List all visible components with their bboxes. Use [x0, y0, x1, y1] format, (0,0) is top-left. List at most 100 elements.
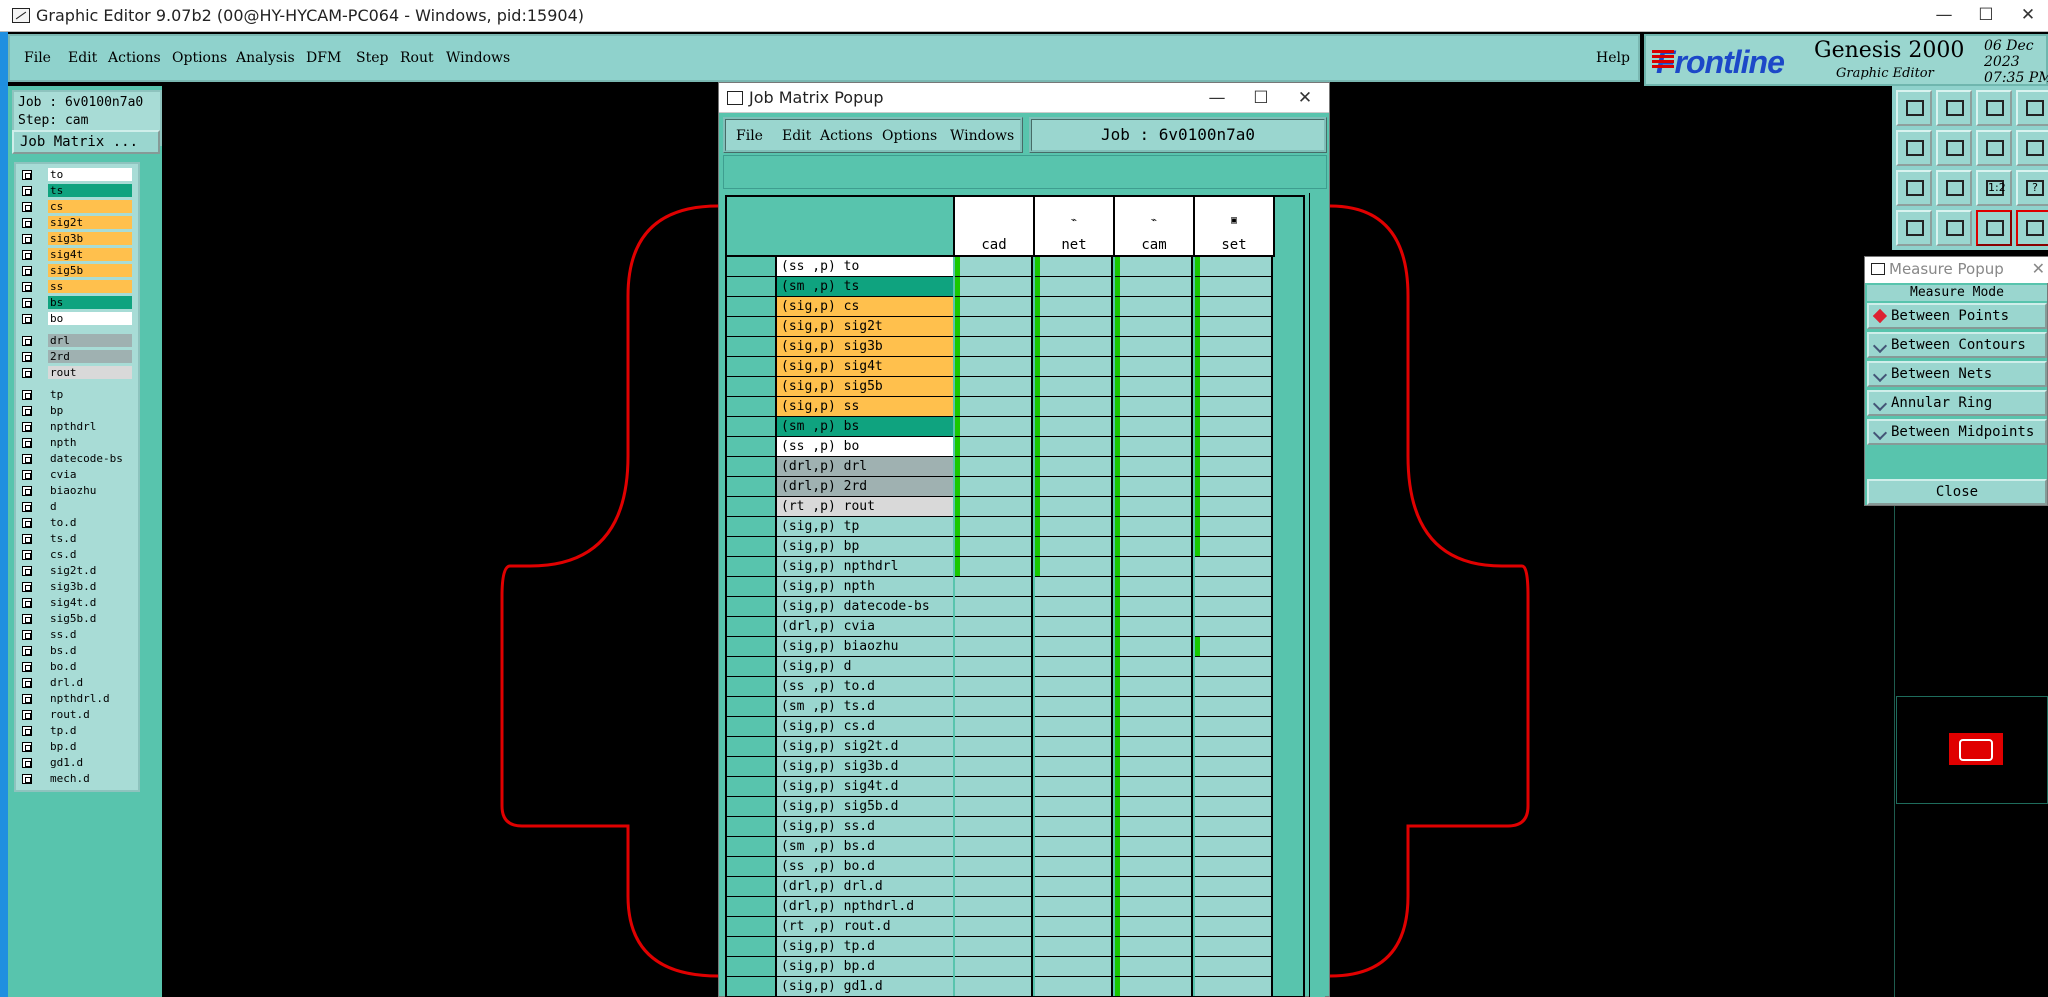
- matrix-cell[interactable]: [1035, 877, 1113, 897]
- matrix-cell[interactable]: [1035, 957, 1113, 977]
- maximize-button[interactable]: ☐: [1966, 4, 2006, 26]
- matrix-cell[interactable]: [955, 977, 1033, 997]
- matrix-cell[interactable]: [955, 637, 1033, 657]
- matrix-cell[interactable]: [1115, 457, 1193, 477]
- matrix-cell[interactable]: [1195, 777, 1273, 797]
- matrix-cell[interactable]: [1115, 437, 1193, 457]
- menu-help[interactable]: Help: [1596, 50, 1630, 66]
- matrix-cell[interactable]: [1115, 757, 1193, 777]
- layer-row[interactable]: ss.d: [18, 628, 138, 642]
- matrix-layer-name[interactable]: (drl,p) drl.d: [777, 877, 953, 897]
- row-selector[interactable]: [727, 557, 777, 577]
- matrix-layer-name[interactable]: (sm ,p) bs.d: [777, 837, 953, 857]
- menu-windows[interactable]: Windows: [446, 50, 510, 66]
- row-selector[interactable]: [727, 837, 777, 857]
- layer-row[interactable]: bo.d: [18, 660, 138, 674]
- matrix-layer-name[interactable]: (sig,p) sig4t: [777, 357, 953, 377]
- matrix-cell[interactable]: [1115, 517, 1193, 537]
- row-selector[interactable]: [727, 617, 777, 637]
- option-between-points[interactable]: Between Points: [1867, 303, 2047, 329]
- row-selector[interactable]: [727, 537, 777, 557]
- matrix-layer-name[interactable]: (sig,p) sig3b.d: [777, 757, 953, 777]
- matrix-cell[interactable]: [1115, 897, 1193, 917]
- matrix-cell[interactable]: [955, 857, 1033, 877]
- layer-row[interactable]: npth: [18, 436, 138, 450]
- menu-options[interactable]: Options: [172, 50, 227, 66]
- layer-checkbox[interactable]: [22, 550, 32, 560]
- matrix-cell[interactable]: [1195, 877, 1273, 897]
- row-selector[interactable]: [727, 577, 777, 597]
- matrix-cell[interactable]: [1115, 957, 1193, 977]
- layer-row[interactable]: sig5b: [18, 264, 138, 278]
- layer-checkbox[interactable]: [22, 470, 32, 480]
- layer-checkbox[interactable]: [22, 662, 32, 672]
- matrix-cell[interactable]: [1035, 757, 1113, 777]
- menu-edit[interactable]: Edit: [68, 50, 97, 66]
- layer-row[interactable]: drl: [18, 334, 138, 348]
- matrix-cell[interactable]: [955, 817, 1033, 837]
- matrix-cell[interactable]: [1115, 377, 1193, 397]
- layer-row[interactable]: sig3b: [18, 232, 138, 246]
- matrix-cell[interactable]: [955, 337, 1033, 357]
- matrix-cell[interactable]: [1035, 557, 1113, 577]
- matrix-layer-name[interactable]: (sig,p) sig5b: [777, 377, 953, 397]
- matrix-cell[interactable]: [1115, 737, 1193, 757]
- menu-rout[interactable]: Rout: [400, 50, 434, 66]
- layer-checkbox[interactable]: [22, 218, 32, 228]
- layer-row[interactable]: 2rd: [18, 350, 138, 364]
- jm-minimize-button[interactable]: —: [1197, 87, 1237, 109]
- settings-button[interactable]: [2016, 210, 2048, 246]
- row-selector[interactable]: [727, 457, 777, 477]
- matrix-cell[interactable]: [1195, 577, 1273, 597]
- matrix-cell[interactable]: [955, 677, 1033, 697]
- matrix-cell[interactable]: [955, 437, 1033, 457]
- matrix-cell[interactable]: [1195, 417, 1273, 437]
- layer-row[interactable]: datecode-bs: [18, 452, 138, 466]
- matrix-layer-name[interactable]: (sig,p) npth: [777, 577, 953, 597]
- matrix-cell[interactable]: [1195, 637, 1273, 657]
- layer-row[interactable]: tp.d: [18, 724, 138, 738]
- matrix-cell[interactable]: [1115, 637, 1193, 657]
- matrix-cell[interactable]: [1115, 537, 1193, 557]
- pan-left-button[interactable]: [1896, 130, 1932, 166]
- row-selector[interactable]: [727, 857, 777, 877]
- layer-checkbox[interactable]: [22, 518, 32, 528]
- matrix-layer-name[interactable]: (drl,p) 2rd: [777, 477, 953, 497]
- layer-checkbox[interactable]: [22, 282, 32, 292]
- layer-checkbox[interactable]: [22, 314, 32, 324]
- matrix-cell[interactable]: [1115, 657, 1193, 677]
- matrix-cell[interactable]: [1115, 717, 1193, 737]
- matrix-cell[interactable]: [1035, 457, 1113, 477]
- matrix-cell[interactable]: [1035, 377, 1113, 397]
- matrix-layer-name[interactable]: (sig,p) cs.d: [777, 717, 953, 737]
- matrix-cell[interactable]: [1035, 837, 1113, 857]
- matrix-cell[interactable]: [955, 477, 1033, 497]
- matrix-cell[interactable]: [955, 457, 1033, 477]
- layer-row[interactable]: sig2t: [18, 216, 138, 230]
- measure-button[interactable]: [1936, 210, 1972, 246]
- matrix-layer-name[interactable]: (sig,p) tp.d: [777, 937, 953, 957]
- matrix-layer-name[interactable]: (sig,p) sig3b: [777, 337, 953, 357]
- matrix-cell[interactable]: [1035, 417, 1113, 437]
- layer-checkbox[interactable]: [22, 234, 32, 244]
- matrix-cell[interactable]: [955, 417, 1033, 437]
- option-between-nets[interactable]: Between Nets: [1867, 361, 2047, 387]
- jm-menu-edit[interactable]: Edit: [782, 128, 811, 144]
- layer-row[interactable]: mech.d: [18, 772, 138, 786]
- row-selector[interactable]: [727, 737, 777, 757]
- row-selector[interactable]: [727, 977, 777, 997]
- matrix-cell[interactable]: [1035, 537, 1113, 557]
- matrix-layer-name[interactable]: (sig,p) sig2t.d: [777, 737, 953, 757]
- layer-checkbox[interactable]: [22, 298, 32, 308]
- matrix-cell[interactable]: [955, 837, 1033, 857]
- matrix-cell[interactable]: [1195, 937, 1273, 957]
- matrix-layer-name[interactable]: (sig,p) ss.d: [777, 817, 953, 837]
- layer-checkbox[interactable]: [22, 170, 32, 180]
- layer-button[interactable]: [1976, 90, 2012, 126]
- matrix-cell[interactable]: [1195, 257, 1273, 277]
- layer-checkbox[interactable]: [22, 566, 32, 576]
- matrix-layer-name[interactable]: (sig,p) sig5b.d: [777, 797, 953, 817]
- layer-checkbox[interactable]: [22, 390, 32, 400]
- matrix-layer-name[interactable]: (ss ,p) bo: [777, 437, 953, 457]
- jm-menu-file[interactable]: File: [736, 128, 763, 144]
